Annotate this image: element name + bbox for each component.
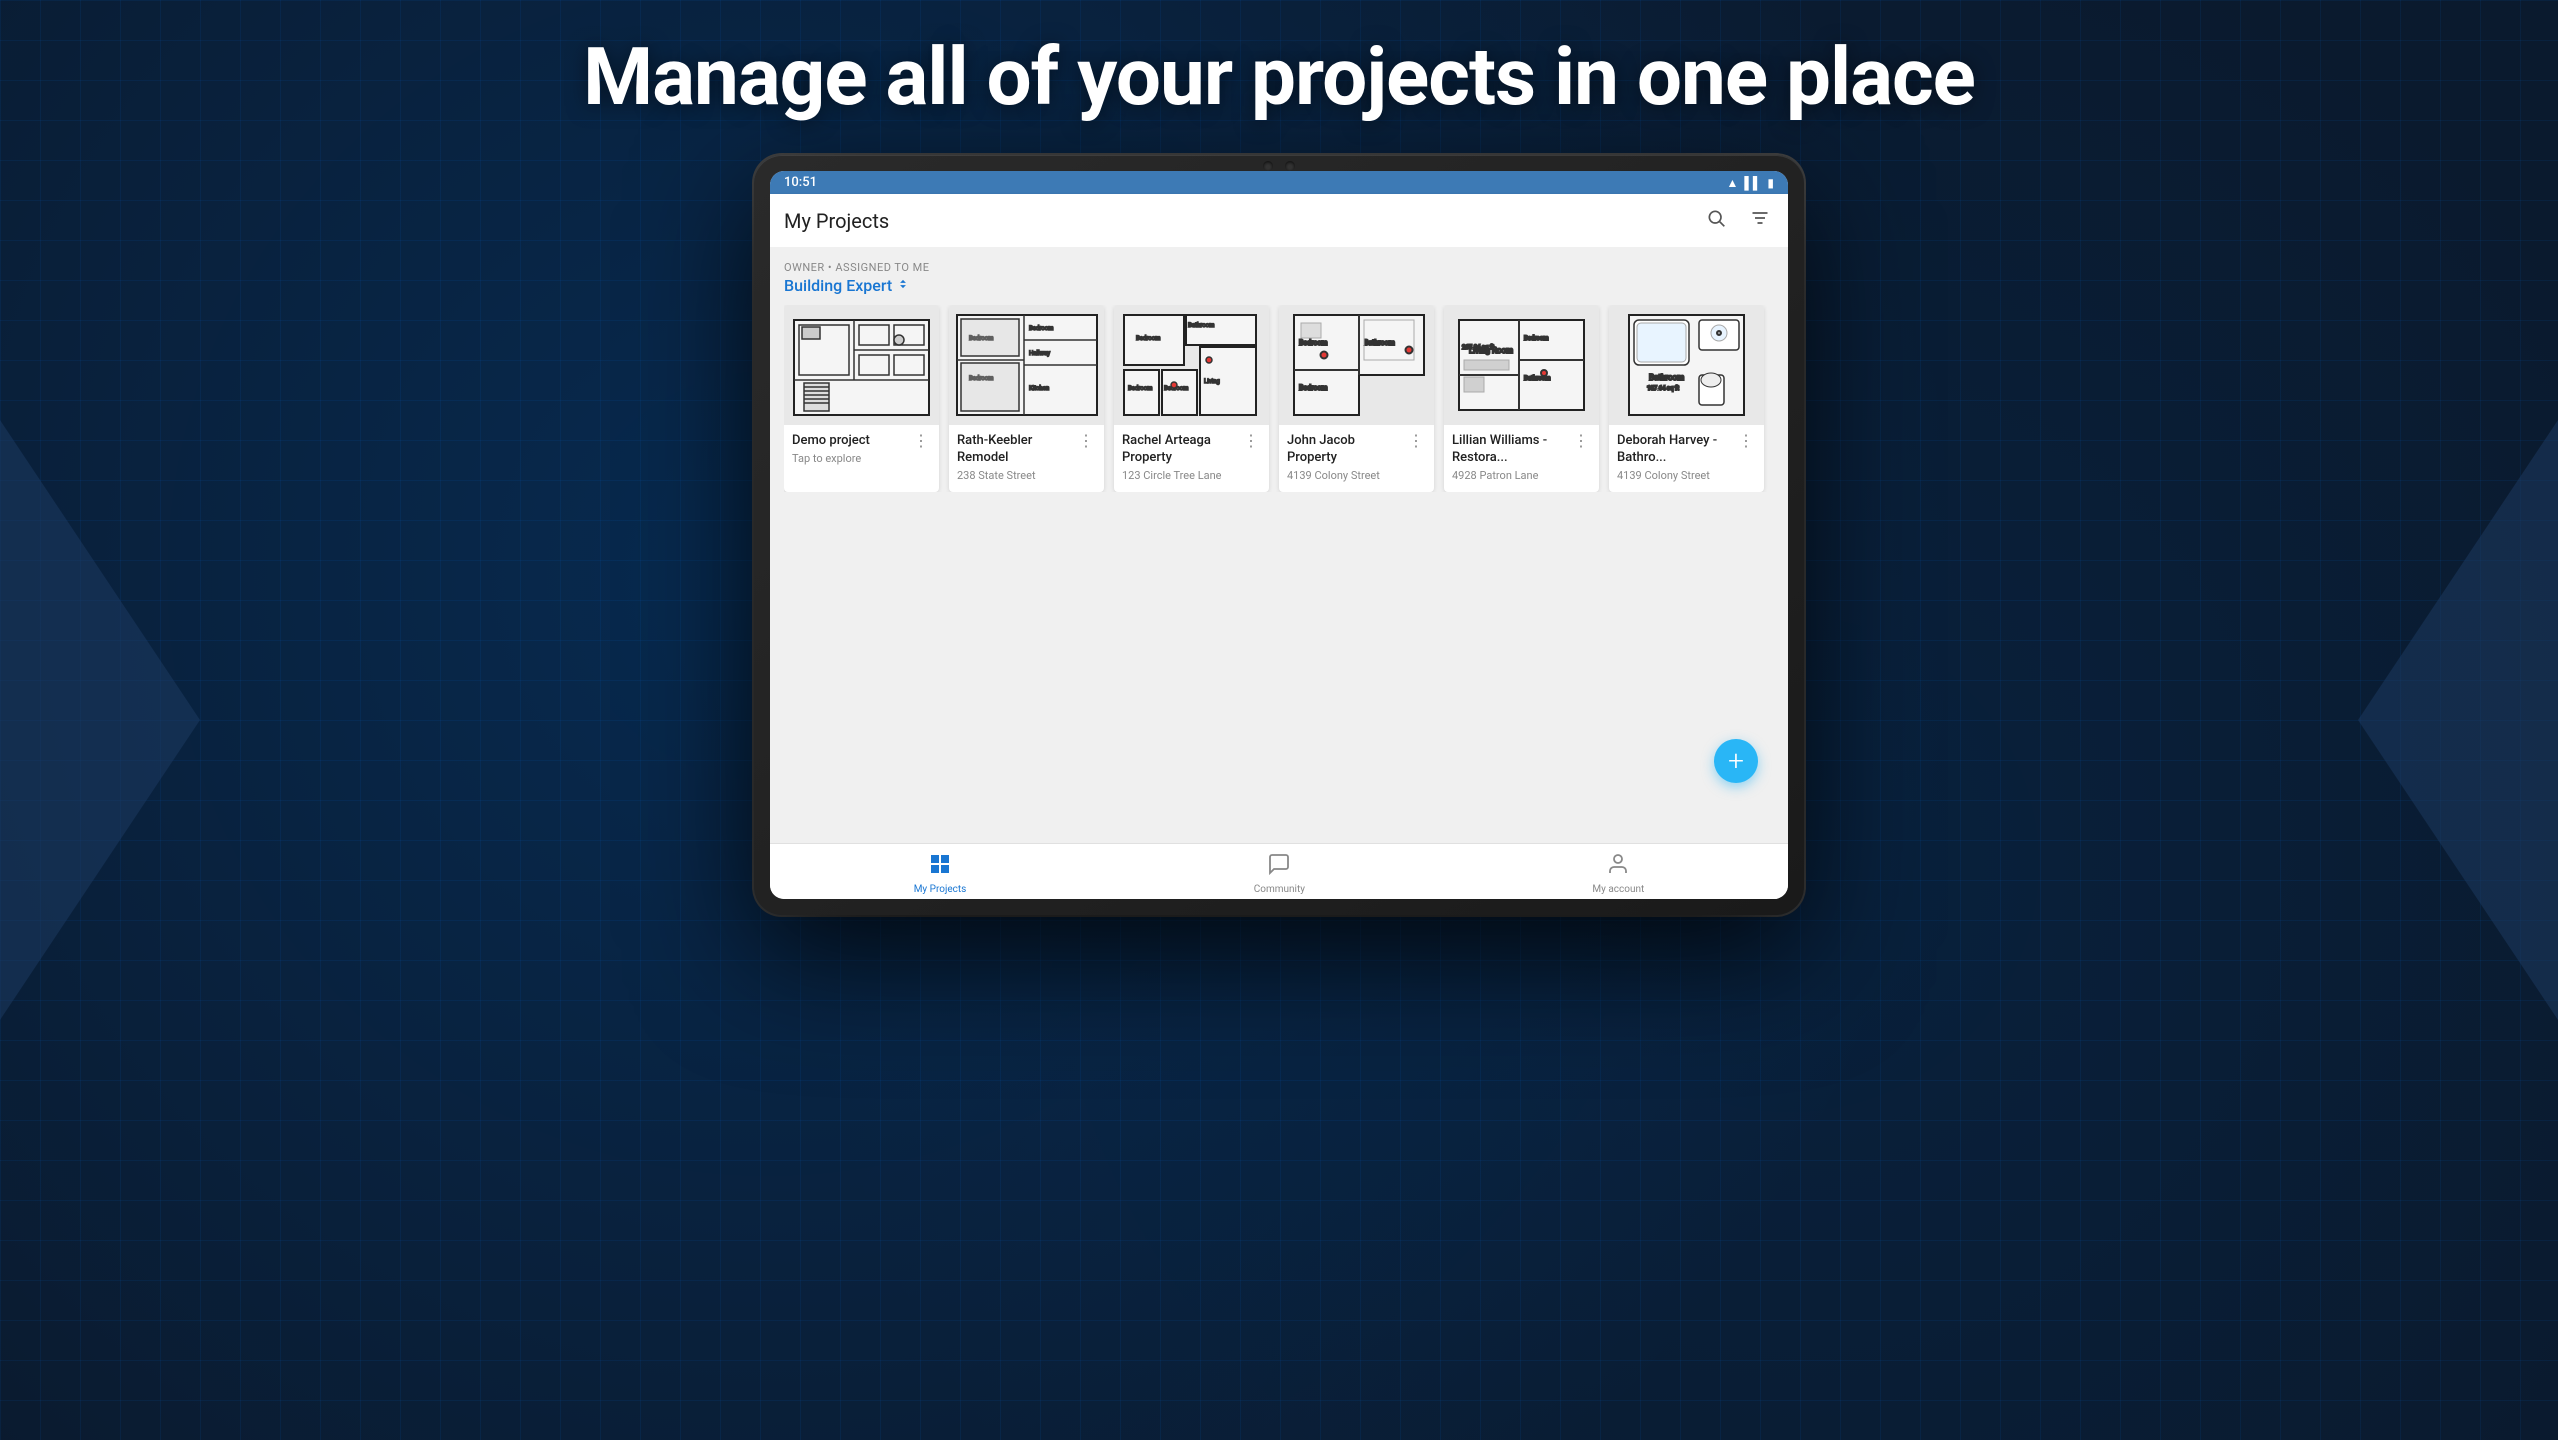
svg-text:265.84 sq ft: 265.84 sq ft [1462,344,1494,351]
project-name: Rachel Arteaga Property [1122,433,1241,467]
project-menu-button[interactable]: ⋮ [1406,433,1426,449]
project-address: 4139 Colony Street [1287,469,1426,482]
app-title: My Projects [784,209,1702,233]
svg-text:Hallway: Hallway [1029,350,1050,357]
account-icon [1606,852,1630,882]
project-name: John Jacob Property [1287,433,1406,467]
filter-selector[interactable]: Building Expert [784,276,1774,295]
project-address: 4139 Colony Street [1617,469,1756,482]
project-card[interactable]: Bedroom Bedroom Bedroom Hallway Kitchen [949,305,1104,492]
decorative-triangle-left [0,420,200,1020]
svg-text:Bathroom: Bathroom [1188,322,1214,329]
page-headline: Manage all of your projects in one place [0,30,2558,124]
project-menu-button[interactable]: ⋮ [911,433,931,449]
svg-text:Kitchen: Kitchen [1029,385,1049,392]
filter-selector-text: Building Expert [784,276,892,295]
project-menu-button[interactable]: ⋮ [1241,433,1261,449]
svg-text:Bedroom: Bedroom [1524,335,1548,342]
project-menu-button[interactable]: ⋮ [1076,433,1096,449]
filter-row: OWNER • ASSIGNED TO ME Building Expert [784,261,1774,295]
status-bar: 10:51 ▲ ▌▌ ▮ [770,171,1788,194]
svg-text:Bedroom: Bedroom [1128,385,1152,392]
project-card[interactable]: Living Room 265.84 sq ft Bedroom Bathroo… [1444,305,1599,492]
project-thumbnail: Living Room 265.84 sq ft Bedroom Bathroo… [1444,305,1599,425]
nav-item-my-account[interactable]: My account [1572,852,1664,895]
project-thumbnail: Bedroom Bathroom Bedroom Bedroom Living [1114,305,1269,425]
svg-text:Bedroom: Bedroom [1029,325,1053,332]
project-name: Demo project [792,433,911,450]
project-info: John Jacob Property ⋮ 4139 Colony Street [1279,425,1434,492]
app-content: OWNER • ASSIGNED TO ME Building Expert [770,247,1788,843]
project-address: 123 Circle Tree Lane [1122,469,1261,482]
project-info: Deborah Harvey - Bathro... ⋮ 4139 Colony… [1609,425,1764,492]
signal-icon: ▌▌ [1744,176,1761,190]
status-time: 10:51 [784,175,817,190]
project-name: Lillian Williams - Restora... [1452,433,1571,467]
project-menu-button[interactable]: ⋮ [1736,433,1756,449]
project-card[interactable]: Bedroom Bathroom Bedroom Bedroom Living [1114,305,1269,492]
svg-text:Bathroom: Bathroom [1364,339,1395,347]
project-thumbnail: Bedroom Bedroom Bedroom Hallway Kitchen [949,305,1104,425]
nav-item-my-projects[interactable]: My Projects [894,852,987,895]
filter-selector-arrow [896,277,910,294]
project-thumbnail: Bathroom 107.64 sq ft [1609,305,1764,425]
nav-label-my-projects: My Projects [914,884,967,895]
add-project-fab[interactable]: + [1714,739,1758,783]
project-name: Rath-Keebler Remodel [957,433,1076,467]
project-info: Rachel Arteaga Property ⋮ 123 Circle Tre… [1114,425,1269,492]
svg-text:Bedroom: Bedroom [1299,384,1327,392]
project-card[interactable]: Demo project ⋮ Tap to explore [784,305,939,492]
filter-label: OWNER • ASSIGNED TO ME [784,261,1774,274]
svg-text:Living: Living [1204,378,1220,385]
decorative-triangle-right [2358,420,2558,1020]
project-info: Rath-Keebler Remodel ⋮ 238 State Street [949,425,1104,492]
nav-label-community: Community [1254,884,1305,895]
community-icon [1267,852,1291,882]
project-thumbnail [784,305,939,425]
filter-button[interactable] [1746,204,1774,237]
svg-text:Bedroom: Bedroom [1136,335,1160,342]
svg-text:107.64 sq ft: 107.64 sq ft [1647,385,1679,392]
project-card[interactable]: Bathroom 107.64 sq ft Deborah Harvey - B… [1609,305,1764,492]
svg-text:Bathroom: Bathroom [1649,373,1684,382]
bottom-nav: My Projects Community My account [770,843,1788,899]
camera-area [1263,161,1295,171]
my-projects-icon [928,852,952,882]
project-thumbnail: Bedroom Bedroom Bathroom [1279,305,1434,425]
project-info: Lillian Williams - Restora... ⋮ 4928 Pat… [1444,425,1599,492]
projects-grid: Demo project ⋮ Tap to explore [784,305,1774,492]
nav-label-my-account: My account [1592,884,1644,895]
app-header: My Projects [770,194,1788,247]
svg-text:Bedroom: Bedroom [1299,339,1327,347]
wifi-icon: ▲ [1726,176,1738,190]
tablet-device: 10:51 ▲ ▌▌ ▮ My Projects [754,155,1804,915]
project-info: Demo project ⋮ Tap to explore [784,425,939,475]
project-address: 238 State Street [957,469,1096,482]
search-button[interactable] [1702,204,1730,237]
project-menu-button[interactable]: ⋮ [1571,433,1591,449]
tablet-screen: 10:51 ▲ ▌▌ ▮ My Projects [770,171,1788,899]
battery-icon: ▮ [1767,176,1774,190]
project-card[interactable]: Bedroom Bedroom Bathroom [1279,305,1434,492]
project-subtitle: Tap to explore [792,452,931,465]
project-name: Deborah Harvey - Bathro... [1617,433,1736,467]
status-icons: ▲ ▌▌ ▮ [1726,176,1774,190]
camera-dot-2 [1285,161,1295,171]
header-icons [1702,204,1774,237]
nav-item-community[interactable]: Community [1234,852,1325,895]
project-address: 4928 Patron Lane [1452,469,1591,482]
camera-dot-1 [1263,161,1273,171]
